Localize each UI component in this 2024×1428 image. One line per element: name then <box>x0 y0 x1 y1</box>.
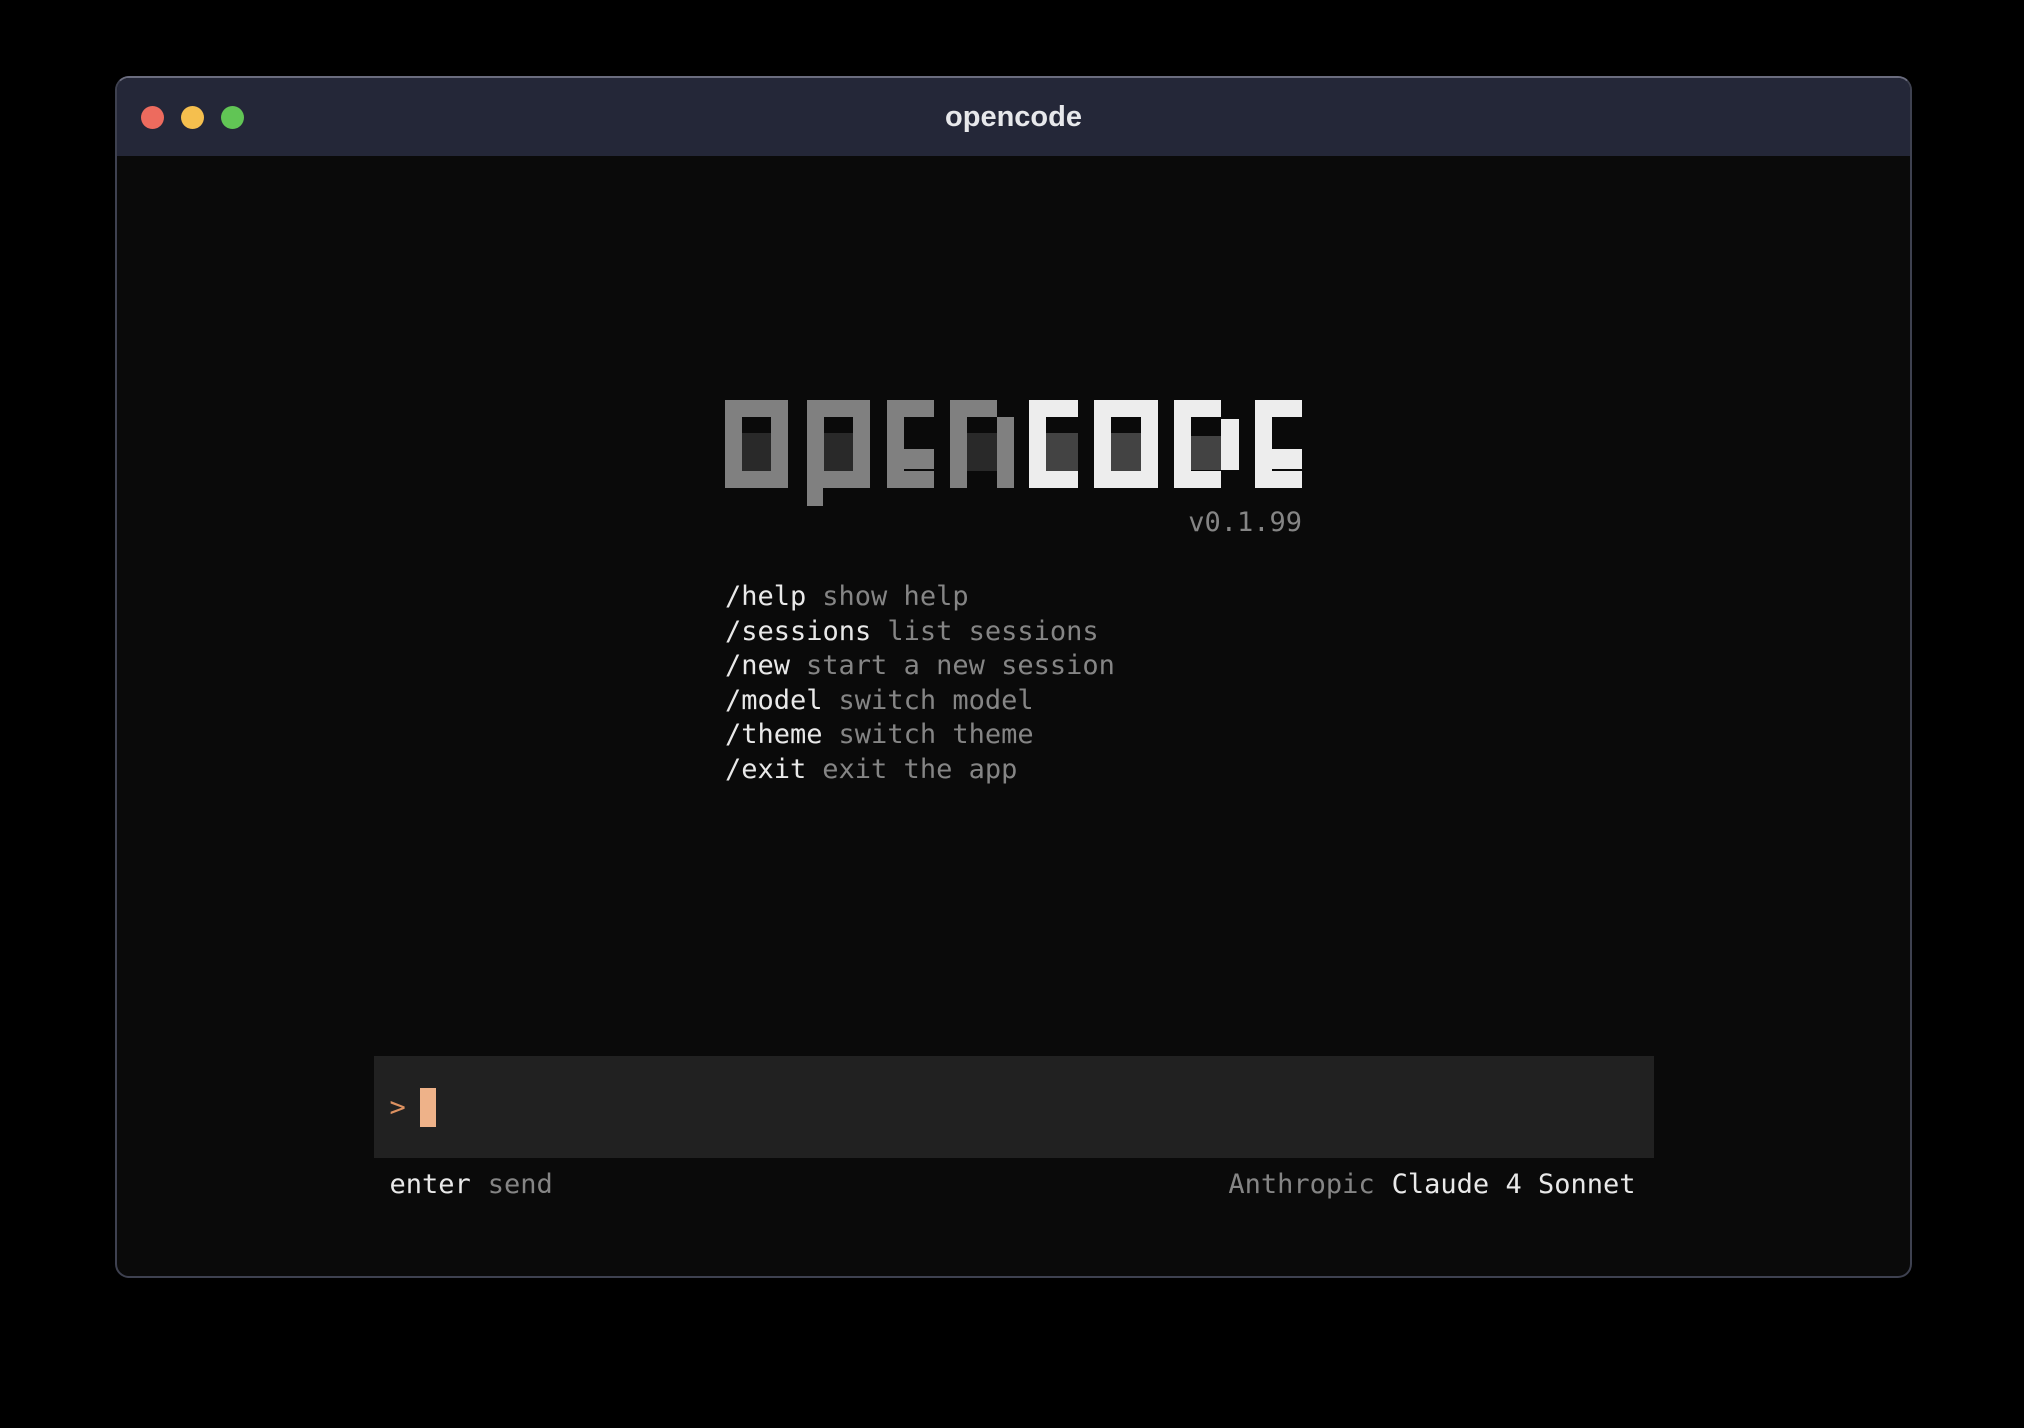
version-label: v0.1.99 <box>725 508 1302 538</box>
prompt-input[interactable]: > <box>374 1056 1654 1158</box>
command-description: show help <box>822 581 968 612</box>
status-bar: enter send Anthropic Claude 4 Sonnet <box>374 1170 1654 1198</box>
command-description: list sessions <box>887 616 1098 647</box>
command-row: /help show help <box>725 580 1302 615</box>
command-row: /sessions list sessions <box>725 615 1302 650</box>
command-description: exit the app <box>822 754 1017 785</box>
prompt-symbol: > <box>390 1092 406 1123</box>
key-hint-action: send <box>488 1169 553 1200</box>
command-row: /model switch model <box>725 684 1302 719</box>
app-window: opencode <box>115 76 1912 1278</box>
model-label: Claude 4 Sonnet <box>1392 1169 1636 1200</box>
opencode-logo-icon <box>725 400 1302 506</box>
command-list: /help show help /sessions list sessions /n… <box>725 580 1302 787</box>
command-name: /help <box>725 581 806 612</box>
command-row: /exit exit the app <box>725 753 1302 788</box>
provider-label: Anthropic <box>1228 1169 1374 1200</box>
model-status: Anthropic Claude 4 Sonnet <box>1228 1169 1635 1200</box>
hero-block: v0.1.99 /help show help /sessions list ses… <box>725 400 1302 787</box>
command-description: start a new session <box>806 650 1115 681</box>
window-title: opencode <box>117 101 1910 134</box>
command-row: /new start a new session <box>725 649 1302 684</box>
command-name: /exit <box>725 754 806 785</box>
titlebar[interactable]: opencode <box>117 78 1910 156</box>
command-description: switch model <box>839 685 1034 716</box>
command-name: /theme <box>725 719 823 750</box>
command-name: /sessions <box>725 616 871 647</box>
key-hint-key: enter <box>390 1169 471 1200</box>
command-name: /model <box>725 685 823 716</box>
command-row: /theme switch theme <box>725 718 1302 753</box>
terminal-content: v0.1.99 /help show help /sessions list ses… <box>117 156 1910 1276</box>
key-hint: enter send <box>390 1169 553 1200</box>
text-cursor <box>420 1088 436 1127</box>
command-description: switch theme <box>839 719 1034 750</box>
command-name: /new <box>725 650 790 681</box>
